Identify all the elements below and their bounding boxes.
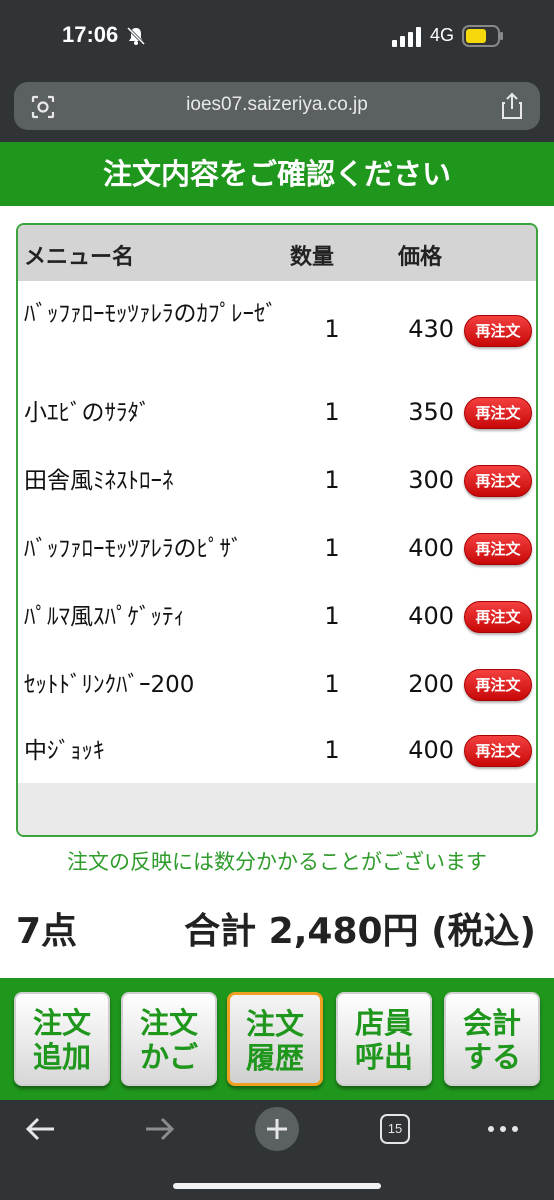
forward-arrow-icon[interactable] <box>142 1112 176 1146</box>
nav-label: 店員 <box>354 1006 413 1040</box>
header-quantity: 数量 <box>290 245 335 270</box>
reorder-button[interactable]: 再注文 <box>464 397 532 429</box>
signal-icon <box>392 27 421 47</box>
nav-add-order-button[interactable]: 注文 追加 <box>14 992 110 1086</box>
item-price: 200 <box>408 670 454 698</box>
table-row: ﾊﾟﾙﾏ風ｽﾊﾟｹﾞｯﾃｨ 1 400 再注文 <box>18 599 536 633</box>
share-icon[interactable] <box>500 92 524 120</box>
nav-call-staff-button[interactable]: 店員 呼出 <box>336 992 432 1086</box>
item-quantity: 1 <box>324 534 340 562</box>
new-tab-plus-icon[interactable] <box>254 1106 300 1152</box>
table-footer <box>18 783 536 835</box>
reorder-button[interactable]: 再注文 <box>464 735 532 767</box>
network-label: 4G <box>430 25 455 45</box>
home-indicator <box>173 1183 381 1189</box>
url-text[interactable]: ioes07.saizeriya.co.jp <box>14 94 540 116</box>
item-price: 300 <box>408 466 454 494</box>
table-row: 中ｼﾞｮｯｷ 1 400 再注文 <box>18 733 536 767</box>
nav-label: 注文 <box>139 1006 198 1040</box>
nav-cart-button[interactable]: 注文 かご <box>121 992 217 1086</box>
nav-label: 履歴 <box>245 1041 304 1075</box>
browser-address-area: ioes07.saizeriya.co.jp <box>0 78 554 142</box>
page-title: 注文内容をご確認ください <box>0 142 554 206</box>
nav-label: かご <box>139 1040 198 1074</box>
item-name: 小ｴﾋﾞのｻﾗﾀﾞ <box>24 400 151 426</box>
header-price: 価格 <box>398 245 443 270</box>
item-quantity: 1 <box>324 466 340 494</box>
reorder-button[interactable]: 再注文 <box>464 601 532 633</box>
reorder-button[interactable]: 再注文 <box>464 669 532 701</box>
reorder-button[interactable]: 再注文 <box>464 315 532 347</box>
item-name: ﾊﾟﾙﾏ風ｽﾊﾟｹﾞｯﾃｨ <box>24 604 185 630</box>
nav-history-button[interactable]: 注文 履歴 <box>227 992 323 1086</box>
nav-label: 注文 <box>32 1006 91 1040</box>
table-row: ﾊﾞｯﾌｧﾛｰﾓｯﾂｧﾚﾗのｶﾌﾟﾚｰｾﾞ 1 430 再注文 <box>18 299 536 361</box>
order-table: メニュー名 数量 価格 ﾊﾞｯﾌｧﾛｰﾓｯﾂｧﾚﾗのｶﾌﾟﾚｰｾﾞ 1 430 … <box>16 223 538 837</box>
nav-label: 注文 <box>245 1007 304 1041</box>
item-price: 400 <box>408 602 454 630</box>
more-menu-icon[interactable] <box>486 1112 520 1146</box>
reorder-button[interactable]: 再注文 <box>464 533 532 565</box>
nav-checkout-button[interactable]: 会計 する <box>444 992 540 1086</box>
item-name: 田舎風ﾐﾈｽﾄﾛｰﾈ <box>24 468 174 494</box>
item-quantity: 1 <box>324 602 340 630</box>
table-row: 田舎風ﾐﾈｽﾄﾛｰﾈ 1 300 再注文 <box>18 463 536 497</box>
table-header: メニュー名 数量 価格 <box>18 225 536 281</box>
item-name: 中ｼﾞｮｯｷ <box>24 738 105 764</box>
item-quantity: 1 <box>324 398 340 426</box>
item-count: 7点 <box>16 911 78 952</box>
bottom-nav: 注文 追加 注文 かご 注文 履歴 店員 呼出 会計 する <box>0 978 554 1100</box>
nav-label: 呼出 <box>354 1040 413 1074</box>
header-menu-name: メニュー名 <box>24 245 135 270</box>
item-quantity: 1 <box>324 670 340 698</box>
table-row: 小ｴﾋﾞのｻﾗﾀﾞ 1 350 再注文 <box>18 395 536 429</box>
item-price: 350 <box>408 398 454 426</box>
order-total: 合計 2,480円 (税込) <box>184 911 536 952</box>
back-arrow-icon[interactable] <box>24 1112 58 1146</box>
table-row: ｾｯﾄﾄﾞﾘﾝｸﾊﾞｰ200 1 200 再注文 <box>18 667 536 701</box>
item-name: ｾｯﾄﾄﾞﾘﾝｸﾊﾞｰ200 <box>24 672 195 698</box>
bell-off-icon <box>126 26 146 46</box>
reorder-button[interactable]: 再注文 <box>464 465 532 497</box>
table-row: ﾊﾞｯﾌｧﾛｰﾓｯﾂｱﾚﾗのﾋﾟｻﾞ 1 400 再注文 <box>18 531 536 565</box>
tabs-count-icon[interactable]: 15 <box>380 1114 410 1144</box>
item-name: ﾊﾞｯﾌｧﾛｰﾓｯﾂｱﾚﾗのﾋﾟｻﾞ <box>24 536 243 562</box>
item-price: 430 <box>408 315 454 343</box>
nav-label: する <box>462 1040 521 1074</box>
item-price: 400 <box>408 534 454 562</box>
item-price: 400 <box>408 736 454 764</box>
status-time: 17:06 <box>62 22 119 47</box>
item-name: ﾊﾞｯﾌｧﾛｰﾓｯﾂｧﾚﾗのｶﾌﾟﾚｰｾﾞ <box>24 301 277 327</box>
nav-label: 会計 <box>462 1006 521 1040</box>
nav-label: 追加 <box>32 1040 91 1074</box>
item-quantity: 1 <box>324 736 340 764</box>
status-bar: 17:06 4G <box>0 0 554 78</box>
battery-icon <box>462 25 503 47</box>
item-quantity: 1 <box>324 315 340 343</box>
notice-text: 注文の反映には数分かかることがございます <box>67 850 487 874</box>
address-bar[interactable]: ioes07.saizeriya.co.jp <box>14 82 540 130</box>
